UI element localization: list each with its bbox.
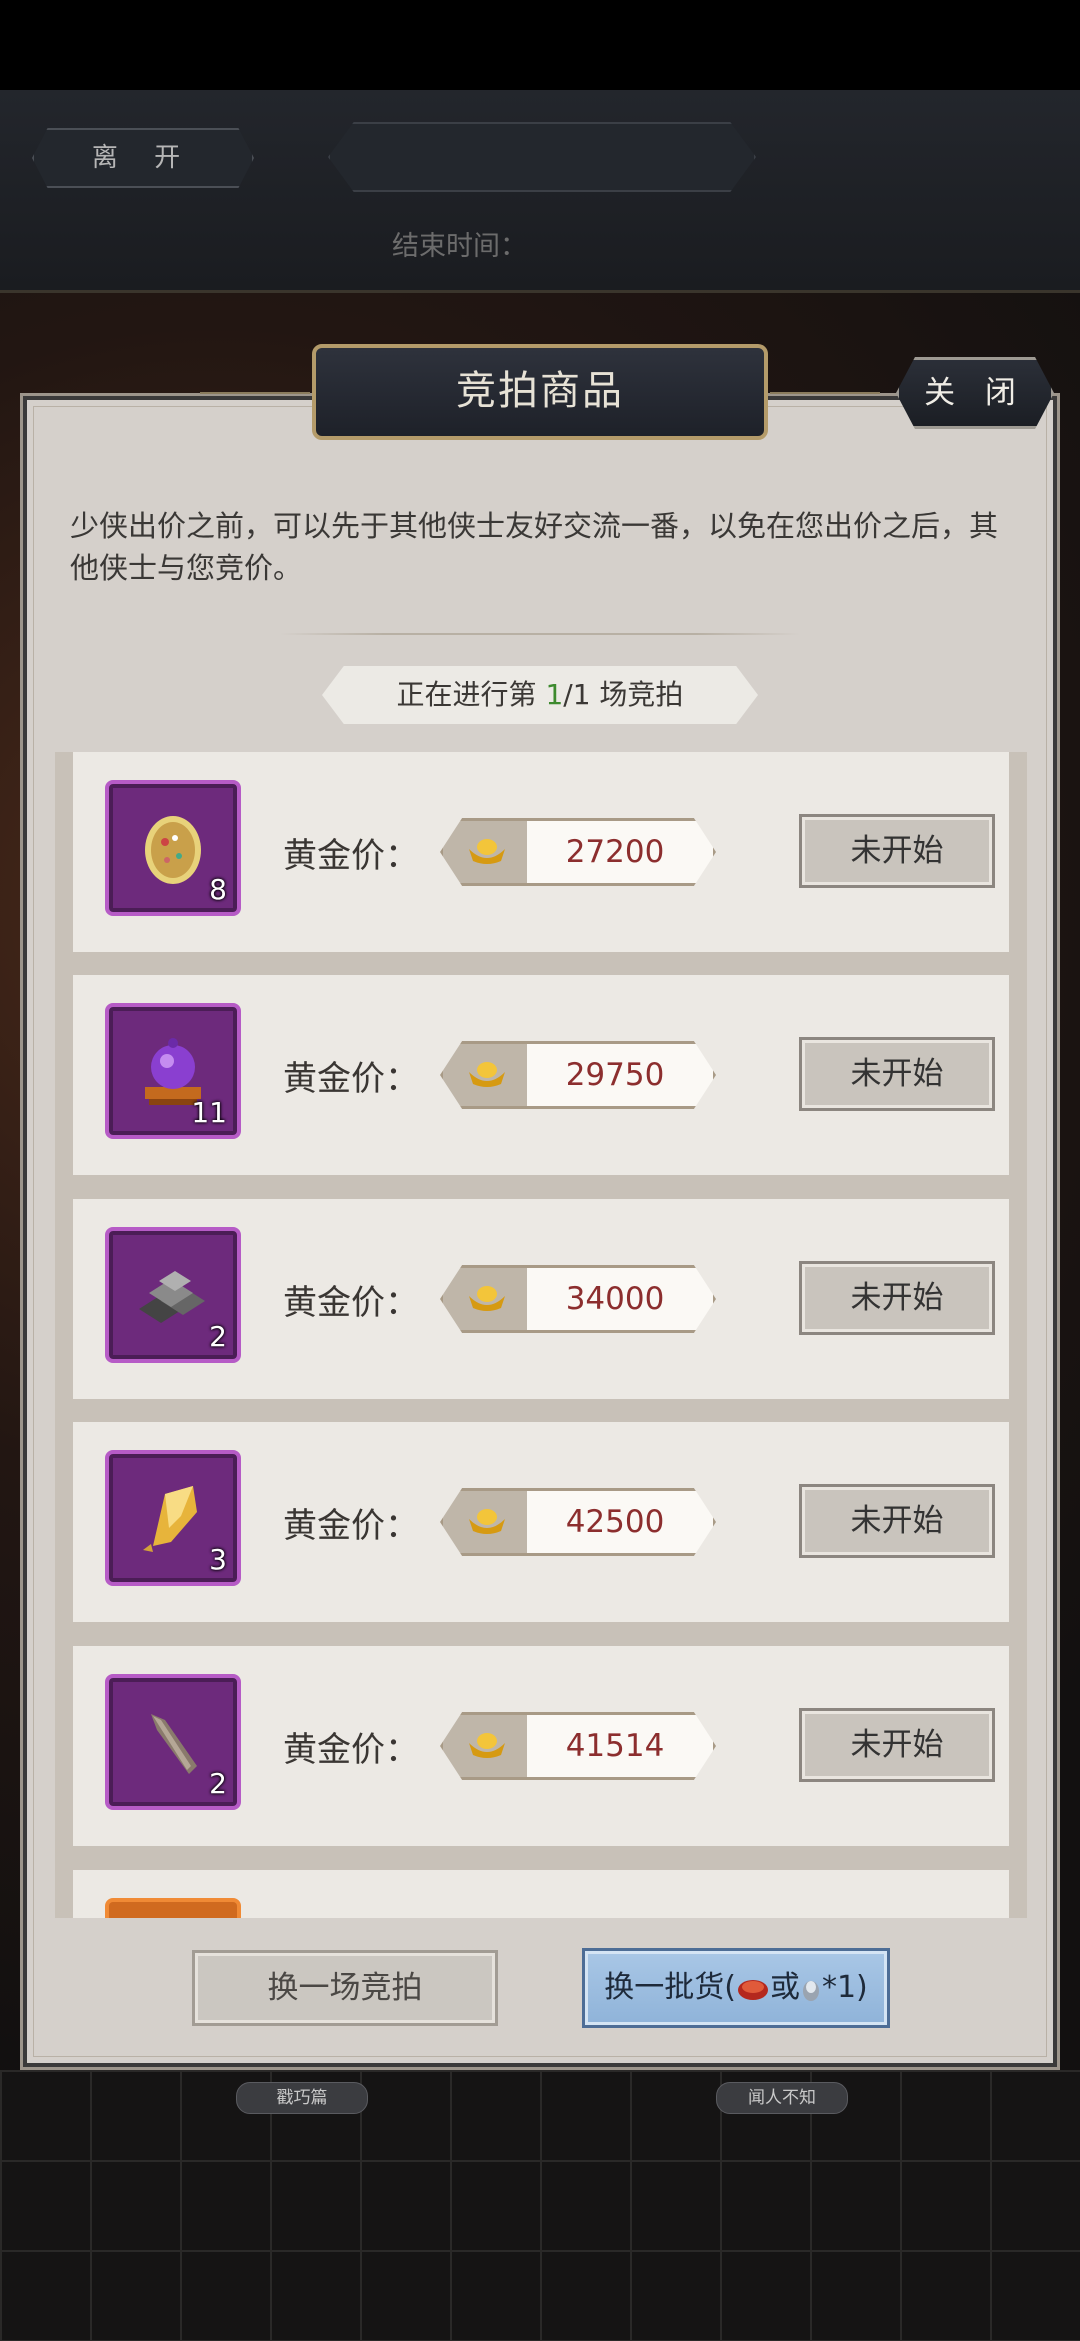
not-started-button[interactable]: 未开始: [799, 1261, 995, 1335]
gold-ore-icon: [143, 1486, 197, 1552]
not-started-button[interactable]: 未开始: [799, 1037, 995, 1111]
price-value: 34000: [565, 1281, 665, 1317]
item-slot[interactable]: 11: [105, 1003, 241, 1139]
scene-tag-right: 闻人不知: [716, 2082, 848, 2114]
auction-row: 8 黄金价： 27200 未开始: [73, 752, 1009, 952]
coin-area: [443, 1044, 527, 1106]
divider: [280, 633, 800, 635]
round-prefix: 正在进行第: [396, 678, 546, 711]
auction-list[interactable]: 8 黄金价： 27200 未开始 11 黄金价： 29750 未开始 2 黄金价…: [55, 752, 1027, 1918]
round-suffix: /1 场竞拍: [563, 678, 684, 711]
pearl-egg-icon: [145, 816, 201, 884]
round-current: 1: [545, 678, 564, 711]
end-time: 结束时间：: [392, 224, 657, 263]
scene-tag-left: 戳巧篇: [236, 2082, 368, 2114]
item-count: 8: [209, 873, 227, 906]
red-token-icon: [737, 1979, 768, 2000]
gold-ingot-icon: [469, 839, 505, 864]
item-slot[interactable]: 8: [105, 780, 241, 916]
price-label: 黄金价：: [283, 1059, 419, 1099]
price-pill: 41514: [440, 1712, 716, 1780]
price-value: 27200: [565, 834, 665, 870]
intro-text: 少侠出价之前，可以先于其他侠士友好交流一番，以免在您出价之后，其他侠士与您竞价。: [70, 509, 999, 585]
item-slot-partial[interactable]: [105, 1898, 241, 1918]
item-count: 3: [209, 1543, 227, 1576]
gold-ingot-icon: [469, 1509, 505, 1534]
auction-row: 2 黄金价： 34000 未开始: [73, 1199, 1009, 1399]
top-title: [328, 122, 756, 192]
item-slot[interactable]: 2: [105, 1227, 241, 1363]
switch-goods-prefix: 换一批货(: [604, 1970, 736, 2005]
silver-token-icon: [802, 1980, 819, 2001]
stone-blade-icon: [151, 1714, 197, 1774]
price-label: 黄金价：: [283, 1730, 419, 1770]
auction-row: 3 黄金价： 42500 未开始: [73, 1422, 1009, 1622]
auction-row: 11 黄金价： 29750 未开始: [73, 975, 1009, 1175]
coin-area: [443, 1491, 527, 1553]
item-slot[interactable]: 3: [105, 1450, 241, 1586]
price-label: 黄金价：: [283, 1283, 419, 1323]
auction-row: [73, 1870, 1009, 1918]
coin-area: [443, 821, 527, 883]
title-deco-right: [770, 392, 880, 394]
switch-goods-or: 或: [769, 1970, 800, 2005]
round-banner: 正在进行第 1/1 场竞拍: [322, 666, 758, 724]
not-started-button[interactable]: 未开始: [799, 814, 995, 888]
gold-ingot-icon: [469, 1286, 505, 1311]
item-count: 11: [191, 1096, 227, 1129]
modal-title: 竞拍商品: [312, 344, 768, 440]
status-strip: [0, 0, 1080, 90]
close-button[interactable]: 关 闭: [896, 357, 1054, 429]
price-label: 黄金价：: [283, 1506, 419, 1546]
price-pill: 29750: [440, 1041, 716, 1109]
price-value: 42500: [565, 1504, 665, 1540]
not-started-button[interactable]: 未开始: [799, 1708, 995, 1782]
iron-ingots-icon: [139, 1271, 205, 1323]
end-time-label: 结束时间：: [392, 231, 527, 262]
switch-auction-button[interactable]: 换一场竞拍: [192, 1950, 498, 2026]
gold-ingot-icon: [469, 1733, 505, 1758]
price-pill: 27200: [440, 818, 716, 886]
price-value: 41514: [565, 1728, 665, 1764]
item-count: 2: [209, 1320, 227, 1353]
price-label: 黄金价：: [283, 836, 419, 876]
gold-ingot-icon: [469, 1062, 505, 1087]
switch-goods-suffix: *1): [821, 1970, 868, 2005]
price-value: 29750: [565, 1057, 665, 1093]
item-count: 2: [209, 1767, 227, 1800]
price-pill: 34000: [440, 1265, 716, 1333]
leave-button[interactable]: 离 开: [32, 128, 254, 188]
item-slot[interactable]: 2: [105, 1674, 241, 1810]
coin-area: [443, 1268, 527, 1330]
background-grid: [0, 2070, 1080, 2341]
switch-goods-button[interactable]: 换一批货( 或 *1): [582, 1948, 890, 2028]
not-started-button[interactable]: 未开始: [799, 1484, 995, 1558]
auction-row: 2 黄金价： 41514 未开始: [73, 1646, 1009, 1846]
price-pill: 42500: [440, 1488, 716, 1556]
title-deco-left: [200, 392, 310, 394]
coin-area: [443, 1715, 527, 1777]
